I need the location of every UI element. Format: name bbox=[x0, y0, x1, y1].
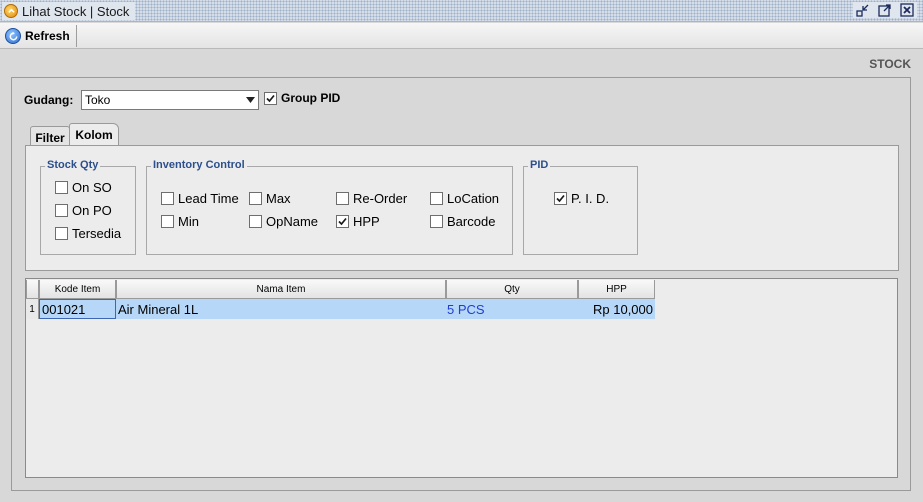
tersedia-checkbox[interactable]: Tersedia bbox=[55, 226, 121, 241]
stock-qty-legend: Stock Qty bbox=[45, 159, 101, 171]
pid-legend: PID bbox=[528, 159, 551, 171]
hpp-checkbox[interactable]: HPP bbox=[336, 214, 380, 229]
checkbox-checked-icon[interactable] bbox=[264, 91, 277, 105]
gudang-select[interactable]: Toko bbox=[81, 90, 259, 110]
checkbox-icon[interactable] bbox=[161, 192, 174, 205]
refresh-button[interactable]: Refresh bbox=[2, 25, 77, 47]
toolbar: Refresh bbox=[0, 23, 923, 49]
column-header-kode-item[interactable]: Kode Item bbox=[39, 280, 116, 299]
checkbox-icon[interactable] bbox=[430, 215, 443, 228]
re-order-checkbox[interactable]: Re-Order bbox=[336, 191, 407, 206]
pid-label: P. I. D. bbox=[571, 191, 610, 206]
title-bar: Lihat Stock | Stock bbox=[0, 0, 923, 22]
checkbox-icon[interactable] bbox=[336, 192, 349, 205]
checkbox-icon[interactable] bbox=[55, 204, 68, 217]
row-number: 1 bbox=[26, 299, 39, 319]
refresh-icon bbox=[5, 28, 21, 44]
gudang-value: Toko bbox=[85, 93, 111, 107]
re-order-label: Re-Order bbox=[353, 191, 408, 206]
checkbox-checked-icon[interactable] bbox=[336, 215, 349, 228]
minimize-icon[interactable] bbox=[855, 2, 871, 18]
title-wrap: Lihat Stock | Stock bbox=[2, 2, 136, 20]
lead-time-checkbox[interactable]: Lead Time bbox=[161, 191, 239, 206]
barcode-label: Barcode bbox=[447, 214, 496, 229]
inventory-control-legend: Inventory Control bbox=[151, 159, 247, 171]
opname-checkbox[interactable]: OpName bbox=[249, 214, 318, 229]
cell-nama-item[interactable]: Air Mineral 1L bbox=[118, 299, 444, 319]
on-so-checkbox[interactable]: On SO bbox=[55, 180, 112, 195]
min-checkbox[interactable]: Min bbox=[161, 214, 199, 229]
chevron-down-icon[interactable] bbox=[242, 91, 258, 109]
max-label: Max bbox=[266, 191, 291, 206]
checkbox-icon[interactable] bbox=[55, 181, 68, 194]
location-label: LoCation bbox=[447, 191, 500, 206]
cell-hpp[interactable]: Rp 10,000 bbox=[578, 299, 653, 319]
checkbox-icon[interactable] bbox=[249, 215, 262, 228]
checkbox-icon[interactable] bbox=[249, 192, 262, 205]
inventory-control-group: Inventory Control bbox=[146, 159, 513, 255]
gudang-label: Gudang: bbox=[24, 93, 74, 107]
tab-kolom[interactable]: Kolom bbox=[69, 123, 119, 146]
close-icon[interactable] bbox=[899, 2, 915, 18]
grid-corner-header bbox=[26, 280, 39, 299]
group-pid-checkbox[interactable]: Group PID bbox=[264, 91, 340, 105]
column-header-hpp[interactable]: HPP bbox=[578, 280, 655, 299]
pid-group: PID bbox=[523, 159, 638, 255]
refresh-label: Refresh bbox=[25, 29, 70, 43]
page-label: STOCK bbox=[869, 57, 911, 71]
checkbox-icon[interactable] bbox=[430, 192, 443, 205]
app-icon bbox=[4, 4, 18, 18]
barcode-checkbox[interactable]: Barcode bbox=[430, 214, 495, 229]
cell-kode-item[interactable]: 001021 bbox=[39, 299, 116, 319]
hpp-label: HPP bbox=[353, 214, 380, 229]
cell-qty[interactable]: 5 PCS bbox=[447, 299, 577, 319]
location-checkbox[interactable]: LoCation bbox=[430, 191, 499, 206]
maximize-icon[interactable] bbox=[877, 2, 893, 18]
column-header-nama-item[interactable]: Nama Item bbox=[116, 280, 446, 299]
window-title: Lihat Stock | Stock bbox=[22, 3, 130, 19]
checkbox-icon[interactable] bbox=[55, 227, 68, 240]
on-po-label: On PO bbox=[72, 203, 112, 218]
min-label: Min bbox=[178, 214, 199, 229]
column-header-qty[interactable]: Qty bbox=[446, 280, 578, 299]
group-pid-label: Group PID bbox=[281, 91, 341, 105]
on-po-checkbox[interactable]: On PO bbox=[55, 203, 112, 218]
on-so-label: On SO bbox=[72, 180, 112, 195]
tersedia-label: Tersedia bbox=[72, 226, 122, 241]
pid-checkbox[interactable]: P. I. D. bbox=[554, 191, 609, 206]
checkbox-icon[interactable] bbox=[161, 215, 174, 228]
checkbox-checked-icon[interactable] bbox=[554, 192, 567, 205]
opname-label: OpName bbox=[266, 214, 319, 229]
max-checkbox[interactable]: Max bbox=[249, 191, 291, 206]
lead-time-label: Lead Time bbox=[178, 191, 239, 206]
window-buttons bbox=[853, 2, 917, 18]
